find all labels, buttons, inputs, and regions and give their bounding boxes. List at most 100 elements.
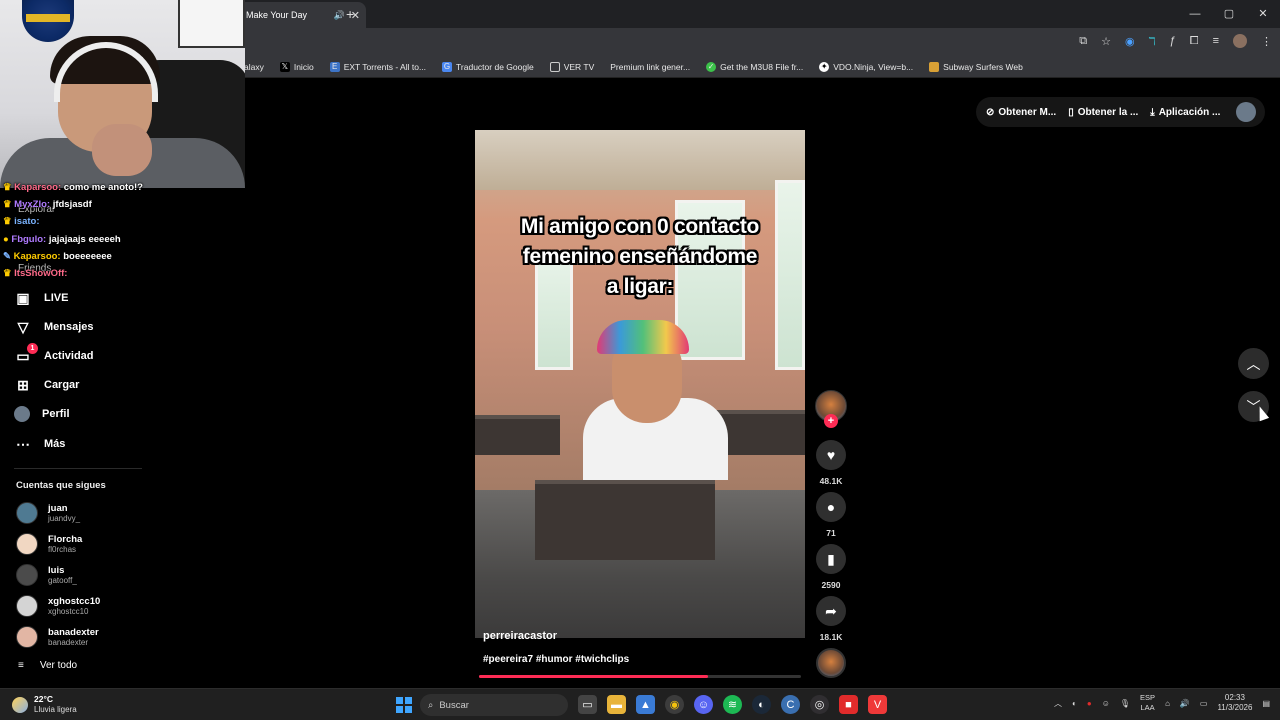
bookmark-item[interactable]: alaxy	[244, 62, 264, 72]
nav-label: Actividad	[44, 350, 94, 362]
photos-icon[interactable]: ▲	[636, 695, 655, 714]
browser-profile-avatar[interactable]	[1233, 34, 1247, 48]
music-disc[interactable]	[816, 648, 846, 678]
nav-label: LIVE	[44, 292, 69, 304]
browser-menu-icon[interactable]: ⋮	[1261, 35, 1272, 48]
network-icon[interactable]: ⌂	[1165, 699, 1170, 708]
bookmark-icon: ▮	[827, 550, 835, 567]
tray-mic-icon[interactable]: 🎙	[1120, 699, 1130, 708]
tray-record-icon[interactable]: ●	[1087, 699, 1092, 708]
caption-line: femenino enseñándome	[522, 245, 758, 268]
extension-blue-icon[interactable]: ◉	[1125, 35, 1135, 48]
bookmark-item[interactable]: ✓ Get the M3U8 File fr...	[706, 61, 804, 72]
notification-icon[interactable]: ▤	[1262, 699, 1270, 708]
bookmark-item[interactable]: G Traductor de Google	[442, 61, 534, 72]
tray-steam-icon[interactable]: ◐	[1072, 699, 1077, 708]
bookmark-label: Get the M3U8 File fr...	[720, 61, 804, 72]
video-player[interactable]: Mi amigo con 0 contacto femenino enseñán…	[475, 130, 805, 638]
tray-chevron-icon[interactable]: ︿	[1054, 698, 1062, 709]
extension-translate-icon[interactable]: ℸ	[1149, 35, 1156, 48]
app-red-icon[interactable]: ■	[839, 695, 858, 714]
app-vivaldi-icon[interactable]: V	[868, 695, 887, 714]
get-coins-button[interactable]: ⊘ Obtener M...	[986, 107, 1056, 118]
share-button[interactable]: ➦	[816, 596, 846, 626]
following-item-juan[interactable]: juan juandvy_	[16, 502, 80, 524]
more-icon: ⋯	[16, 435, 30, 452]
comment-button[interactable]: ●	[816, 492, 846, 522]
following-item-florcha[interactable]: Florcha fl0rchas	[16, 533, 82, 555]
clock-time: 02:33	[1224, 693, 1245, 702]
nav-profile[interactable]: Perfil	[14, 406, 70, 422]
file-explorer-icon[interactable]: ▬	[607, 695, 626, 714]
chat-line: ● Fbgulo: jajajaajs eeeeeh	[3, 234, 121, 245]
profile-icon	[14, 406, 30, 422]
following-item-luis[interactable]: luis gatooff_	[16, 564, 77, 586]
lang-line1: ESP	[1140, 693, 1156, 702]
extension-fx-icon[interactable]: ƒ	[1170, 35, 1176, 47]
spotify-icon[interactable]: ≋	[723, 695, 742, 714]
avatar	[16, 626, 38, 648]
like-button[interactable]: ♥	[816, 440, 846, 470]
bookmark-item[interactable]: E EXT Torrents - All to...	[329, 61, 427, 72]
pill-label: Obtener la ...	[1077, 106, 1139, 118]
tray-discord-icon[interactable]: ☺	[1102, 699, 1110, 708]
video-hashtags[interactable]: #peereira7 #humor #twichclips	[483, 654, 629, 665]
chat-user: isato:	[14, 216, 40, 227]
coin-icon: ⊘	[986, 106, 995, 118]
chat-user: Kaparsoo:	[13, 251, 61, 262]
maximize-button[interactable]: ▢	[1212, 0, 1246, 28]
language-indicator[interactable]: ESP LAA	[1140, 693, 1155, 713]
bookmark-star-icon[interactable]: ☆	[1101, 35, 1111, 48]
bookmark-label: Premium link gener...	[610, 61, 691, 72]
nav-activity[interactable]: ▭ 1 Actividad	[14, 343, 94, 365]
bookmark-label: Inicio	[293, 61, 314, 72]
obs-icon[interactable]: ◎	[810, 695, 829, 714]
nav-more[interactable]: ⋯ Más	[14, 435, 65, 453]
nav-live[interactable]: ▣ LIVE	[14, 289, 68, 307]
save-button[interactable]: ▮	[816, 544, 846, 574]
nav-messages[interactable]: ▽ Mensajes	[14, 318, 94, 336]
taskbar-search[interactable]: ⌕ Buscar	[420, 694, 568, 716]
bookmark-item[interactable]: VER TV	[549, 61, 594, 72]
user-avatar[interactable]	[1236, 102, 1257, 122]
battery-icon[interactable]: ▭	[1200, 699, 1208, 708]
task-view-icon[interactable]: ▭	[578, 695, 597, 714]
desktop-app-button[interactable]: ⤓ Aplicación ...	[1150, 107, 1220, 118]
clock[interactable]: 02:33 11/3/2026	[1217, 693, 1252, 713]
upload-icon: ⊞	[17, 376, 29, 393]
see-all-link[interactable]: ≡ Ver todo	[18, 660, 77, 671]
game-icon	[929, 61, 940, 72]
video-progress-fill	[479, 675, 708, 678]
video-author[interactable]: perreiracastor	[483, 630, 557, 642]
video-progress-bar[interactable]	[479, 675, 801, 678]
sword-icon: ✎	[3, 251, 11, 262]
nav-upload[interactable]: ⊞ Cargar	[14, 376, 79, 394]
following-title: Cuentas que sigues	[16, 480, 106, 491]
weather-widget[interactable]: 22°C Lluvia ligera	[12, 694, 77, 715]
install-app-icon[interactable]: ⧉	[1079, 35, 1087, 48]
minimize-button[interactable]: —	[1178, 0, 1212, 28]
reading-list-icon[interactable]: ≡	[1213, 35, 1219, 47]
chrome-icon[interactable]: ◉	[665, 695, 684, 714]
volume-icon[interactable]: 🔊	[1180, 699, 1190, 708]
previous-video-button[interactable]: ︿	[1238, 348, 1269, 379]
following-item-xghostcc10[interactable]: xghostcc10 xghostcc10	[16, 595, 100, 617]
get-app-button[interactable]: ▯ Obtener la ...	[1068, 107, 1138, 118]
new-tab-button[interactable]: +	[346, 6, 354, 22]
steam-icon[interactable]: ◐	[752, 695, 771, 714]
bookmark-item[interactable]: Premium link gener...	[610, 62, 690, 72]
following-item-banadexter[interactable]: banadexter banadexter	[16, 626, 99, 648]
system-tray: ︿ ◐ ● ☺ 🎙 ESP LAA ⌂ 🔊 ▭ 02:33 11/3/2026 ▤	[1054, 693, 1270, 713]
crown-icon: ♛	[3, 182, 12, 193]
speaker-icon[interactable]: 🔊	[334, 10, 345, 21]
bookmark-item[interactable]: ✦ VDO.Ninja, View=b...	[819, 61, 913, 72]
follow-plus-icon[interactable]: +	[824, 414, 838, 428]
bookmark-label: EXT Torrents - All to...	[343, 61, 427, 72]
windows-start-icon[interactable]	[396, 697, 412, 713]
ccleaner-icon[interactable]: C	[781, 695, 800, 714]
bookmark-item[interactable]: 𝕏 Inicio	[279, 61, 314, 72]
close-window-button[interactable]: ✕	[1246, 0, 1280, 28]
discord-icon[interactable]: ☺	[694, 695, 713, 714]
extensions-puzzle-icon[interactable]: ⧠	[1190, 35, 1199, 48]
bookmark-item[interactable]: Subway Surfers Web	[929, 61, 1023, 72]
